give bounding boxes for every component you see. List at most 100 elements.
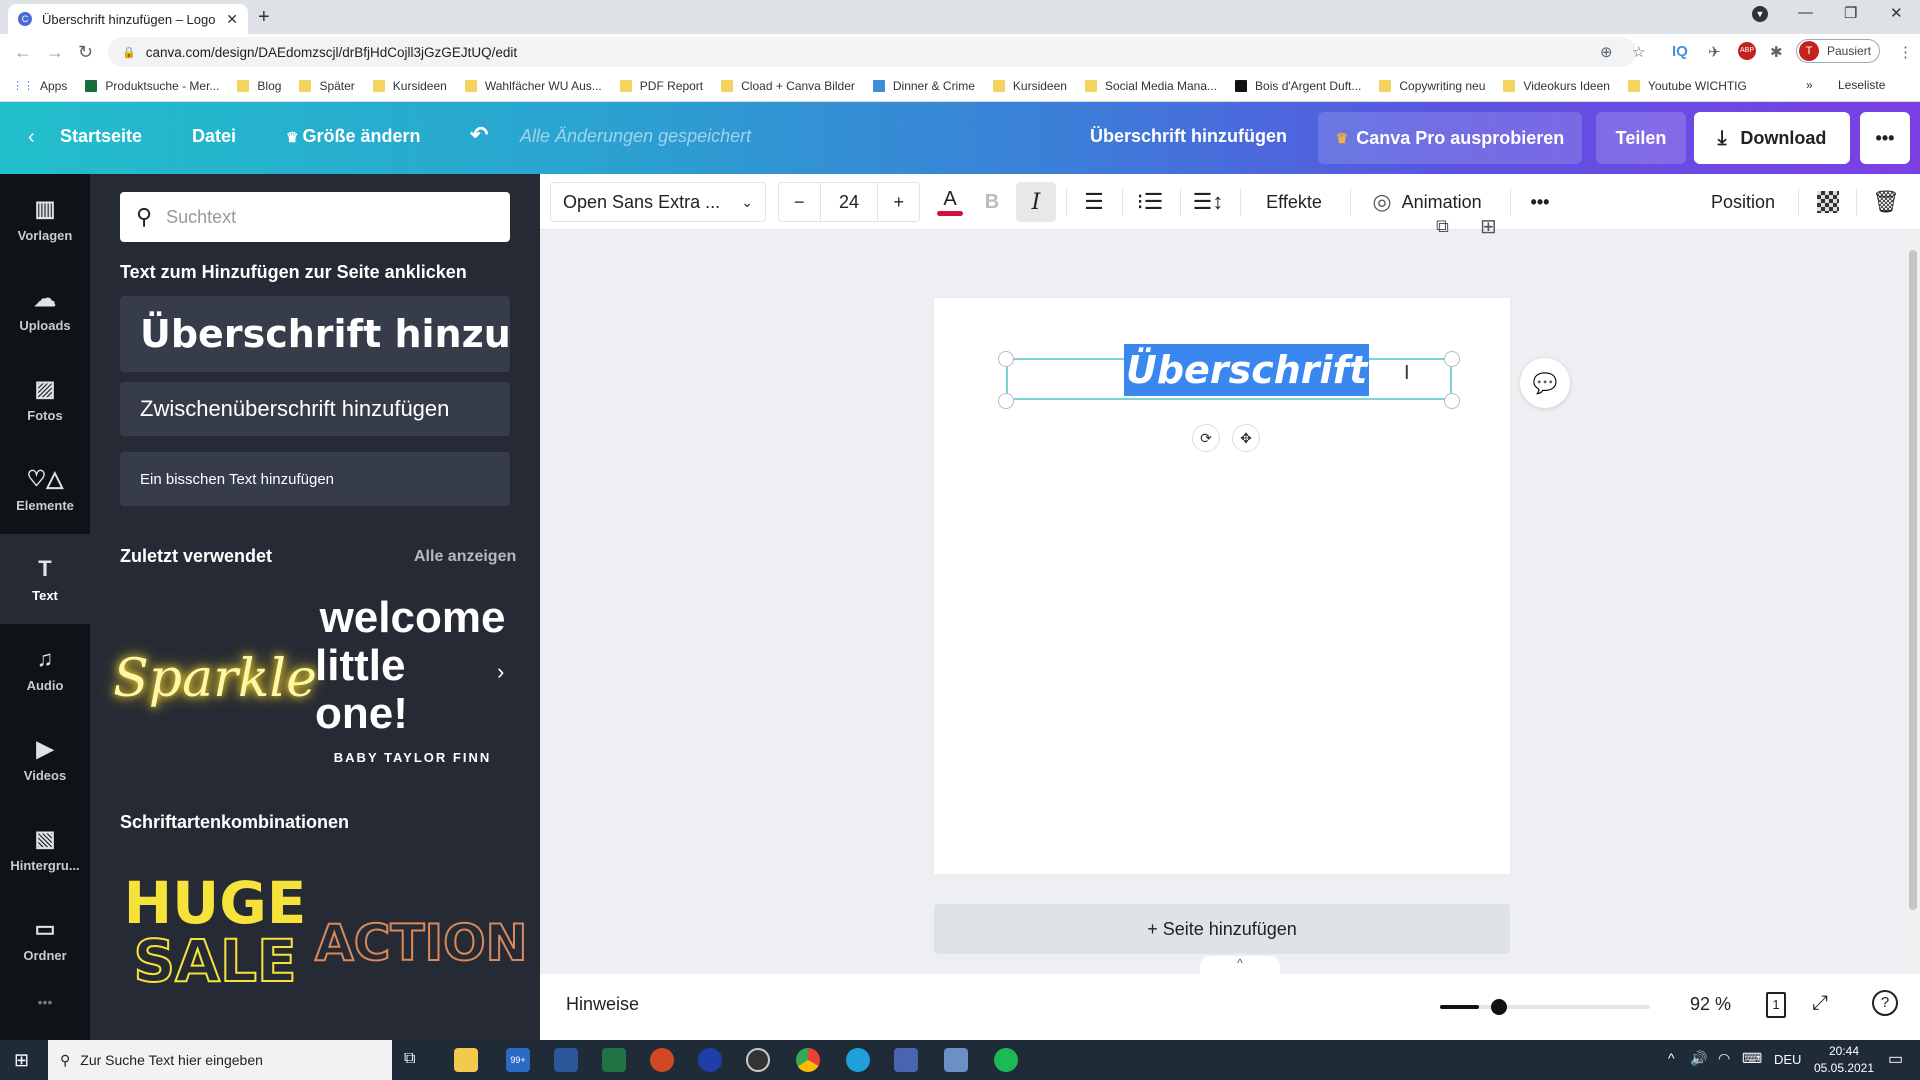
animation-button[interactable]: ◎ Animation bbox=[1360, 182, 1494, 222]
tab-search-icon[interactable]: ▼ bbox=[1752, 6, 1768, 22]
italic-button[interactable]: I bbox=[1016, 182, 1056, 222]
align-center-icon[interactable]: ☰ bbox=[1074, 182, 1114, 222]
resize-handle[interactable] bbox=[998, 393, 1014, 409]
bookmark-item[interactable]: Kursideen bbox=[992, 79, 1067, 93]
help-icon[interactable]: ? bbox=[1872, 990, 1898, 1016]
new-tab-button[interactable]: + bbox=[258, 6, 270, 29]
zoom-slider-handle[interactable] bbox=[1490, 999, 1507, 1015]
bookmark-item[interactable]: Kursideen bbox=[372, 79, 447, 93]
font-size-stepper[interactable]: − 24 + bbox=[778, 182, 920, 222]
edge-icon[interactable] bbox=[846, 1048, 870, 1072]
obs-icon[interactable] bbox=[746, 1048, 770, 1072]
word-icon[interactable] bbox=[554, 1048, 578, 1072]
file-explorer-icon[interactable] bbox=[454, 1048, 478, 1072]
tray-expand-icon[interactable]: ^ bbox=[1668, 1050, 1675, 1066]
rail-item-vorlagen[interactable]: ▥ Vorlagen bbox=[0, 174, 90, 264]
profile-button[interactable]: T Pausiert bbox=[1796, 39, 1880, 63]
chevron-right-icon[interactable]: › bbox=[497, 659, 504, 685]
rail-item-hintergru[interactable]: ▧ Hintergru... bbox=[0, 804, 90, 894]
search-field[interactable]: ⚲ bbox=[120, 192, 510, 242]
heading-text-element[interactable]: Überschrift bbox=[1124, 344, 1370, 396]
sparkle-template[interactable]: Sparkle bbox=[113, 584, 317, 774]
add-heading-card[interactable]: Überschrift hinzu... bbox=[120, 296, 510, 372]
restore-window-icon[interactable]: ❐ bbox=[1844, 4, 1857, 22]
rail-item-elemente[interactable]: ♡△ Elemente bbox=[0, 444, 90, 534]
rail-item-ordner[interactable]: ▭ Ordner bbox=[0, 894, 90, 984]
zoom-slider[interactable] bbox=[1440, 999, 1650, 1015]
mail-icon[interactable]: 99+ bbox=[506, 1048, 530, 1072]
share-button[interactable]: Teilen bbox=[1596, 112, 1686, 164]
trash-icon[interactable]: 🗑 bbox=[1866, 182, 1906, 222]
iq-extension-icon[interactable]: IQ bbox=[1672, 43, 1688, 60]
action-template[interactable]: ACTION bbox=[314, 913, 528, 973]
add-comment-icon[interactable]: 💬 bbox=[1520, 358, 1570, 408]
close-tab-icon[interactable]: ✕ bbox=[226, 11, 238, 28]
more-bookmarks-icon[interactable]: » bbox=[1806, 78, 1813, 92]
duplicate-page-icon[interactable]: ⧉ bbox=[1436, 216, 1449, 237]
app-icon[interactable] bbox=[944, 1048, 968, 1072]
bookmark-item[interactable]: PDF Report bbox=[619, 79, 703, 93]
bookmark-item[interactable]: Später bbox=[299, 79, 355, 93]
bookmark-item[interactable]: Videokurs Ideen bbox=[1503, 79, 1610, 93]
bookmark-item[interactable]: Social Media Mana... bbox=[1084, 79, 1217, 93]
resize-handle[interactable] bbox=[998, 351, 1014, 367]
expand-notes-icon[interactable]: ^ bbox=[1200, 956, 1280, 976]
windows-start-icon[interactable]: ⊞ bbox=[14, 1050, 29, 1071]
clock[interactable]: 20:44 05.05.2021 bbox=[1812, 1043, 1876, 1077]
bookmark-item[interactable]: Bois d'Argent Duft... bbox=[1235, 79, 1361, 93]
scrollbar-thumb[interactable] bbox=[1909, 250, 1917, 910]
rail-item-text[interactable]: T Text bbox=[0, 534, 90, 624]
taskbar-search[interactable]: ⚲ Zur Suche Text hier eingeben bbox=[48, 1040, 392, 1080]
bookmark-item[interactable]: Youtube WICHTIG bbox=[1627, 79, 1747, 93]
transparency-icon[interactable] bbox=[1808, 182, 1848, 222]
design-title[interactable]: Überschrift hinzufügen bbox=[1090, 126, 1287, 147]
font-size-input[interactable]: 24 bbox=[819, 183, 879, 221]
excel-icon[interactable] bbox=[602, 1048, 626, 1072]
language-indicator[interactable]: DEU bbox=[1774, 1052, 1801, 1067]
notifications-icon[interactable]: ▭ bbox=[1888, 1049, 1903, 1069]
address-bar[interactable]: 🔒 canva.com/design/DAEdomzscjl/drBfjHdCo… bbox=[108, 37, 1636, 67]
bookmark-item[interactable]: Produktsuche - Mer... bbox=[85, 79, 219, 93]
list-icon[interactable]: ⁝☰ bbox=[1130, 182, 1170, 222]
bold-button[interactable]: B bbox=[974, 182, 1010, 222]
file-menu[interactable]: Datei bbox=[192, 126, 236, 147]
download-button[interactable]: ⤓ Download bbox=[1694, 112, 1850, 164]
notes-button[interactable]: Hinweise bbox=[566, 994, 639, 1015]
zoom-level[interactable]: 92 % bbox=[1690, 994, 1731, 1015]
rail-item-videos[interactable]: ▶ Videos bbox=[0, 714, 90, 804]
resize-handle[interactable] bbox=[1444, 393, 1460, 409]
back-icon[interactable]: ← bbox=[14, 42, 32, 63]
rail-item-uploads[interactable]: ☁ Uploads bbox=[0, 264, 90, 354]
position-button[interactable]: Position bbox=[1698, 182, 1788, 222]
canva-pro-button[interactable]: ♛ Canva Pro ausprobieren bbox=[1318, 112, 1582, 164]
browser-menu-icon[interactable]: ⋮ bbox=[1898, 43, 1913, 61]
text-color-button[interactable]: A bbox=[932, 182, 968, 222]
bookmark-star-icon[interactable]: ☆ bbox=[1632, 43, 1645, 61]
task-view-icon[interactable]: ⧉ bbox=[404, 1050, 415, 1068]
forward-icon[interactable]: → bbox=[46, 42, 64, 63]
resize-button[interactable]: ♛ Größe ändern bbox=[286, 126, 420, 147]
add-page-icon[interactable]: ⊞ bbox=[1480, 214, 1497, 239]
home-link[interactable]: Startseite bbox=[60, 126, 142, 147]
reload-icon[interactable]: ↻ bbox=[78, 42, 93, 63]
add-body-text-card[interactable]: Ein bisschen Text hinzufügen bbox=[120, 452, 510, 506]
move-icon[interactable]: ✥ bbox=[1232, 424, 1260, 452]
effects-button[interactable]: Effekte bbox=[1252, 182, 1336, 222]
volume-icon[interactable]: 🔊 bbox=[1690, 1050, 1707, 1067]
bird-extension-icon[interactable]: ✈ bbox=[1708, 43, 1721, 61]
bookmark-item[interactable]: Dinner & Crime bbox=[872, 79, 975, 93]
bookmark-item[interactable]: Wahlfächer WU Aus... bbox=[464, 79, 602, 93]
undo-icon[interactable]: ↶ bbox=[470, 122, 488, 148]
minimize-window-icon[interactable]: — bbox=[1798, 4, 1813, 21]
keyboard-icon[interactable]: ⌨ bbox=[1742, 1050, 1762, 1067]
decrease-size-button[interactable]: − bbox=[779, 192, 820, 213]
zoom-indicator-icon[interactable]: ⊕ bbox=[1600, 43, 1613, 61]
add-page-button[interactable]: + Seite hinzufügen bbox=[934, 904, 1510, 954]
bookmark-item[interactable]: Copywriting neu bbox=[1379, 79, 1485, 93]
design-page[interactable]: Überschrift I ⟳ ✥ bbox=[934, 298, 1510, 874]
app-icon[interactable] bbox=[698, 1048, 722, 1072]
close-window-icon[interactable]: ✕ bbox=[1890, 4, 1903, 22]
adblock-extension-icon[interactable]: ABP bbox=[1738, 42, 1756, 60]
huge-sale-template[interactable]: HUGE SALE bbox=[120, 874, 310, 991]
chevron-left-icon[interactable]: ‹ bbox=[28, 126, 35, 149]
